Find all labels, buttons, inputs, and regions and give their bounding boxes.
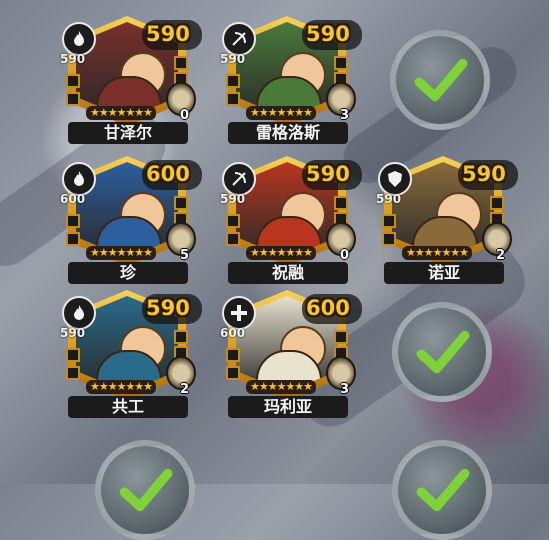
star-rating: ★★★★★★★ xyxy=(246,380,317,394)
hero-level-small: 590 xyxy=(376,192,402,206)
star-rating: ★★★★★★★ xyxy=(86,246,157,260)
hero-level-small: 590 xyxy=(60,52,86,66)
hero-count: 2 xyxy=(496,248,506,263)
equip-slot xyxy=(334,196,348,210)
checkmark-icon xyxy=(416,330,470,374)
checkmark-icon xyxy=(414,58,468,102)
fire-icon xyxy=(62,296,96,330)
hero-count: 0 xyxy=(180,108,190,123)
hero-level-small: 590 xyxy=(220,52,246,66)
hero-count: 3 xyxy=(340,382,350,397)
fire-icon xyxy=(62,22,96,56)
select-check-button[interactable] xyxy=(392,302,492,402)
equip-slot xyxy=(174,56,188,70)
equip-slot xyxy=(66,214,80,228)
hero-level-small: 590 xyxy=(220,192,246,206)
hero-count: 5 xyxy=(180,248,190,263)
equip-slot xyxy=(334,56,348,70)
hero-power: 600 xyxy=(306,296,350,320)
checkmark-icon xyxy=(119,468,173,512)
equip-slot xyxy=(66,74,80,88)
hero-name: 雷格洛斯 xyxy=(228,122,348,144)
select-check-button[interactable] xyxy=(390,30,490,130)
star-rating: ★★★★★★★ xyxy=(246,106,317,120)
star-rating: ★★★★★★★ xyxy=(86,380,157,394)
hero-power: 590 xyxy=(462,162,506,186)
hero-name: 共工 xyxy=(68,396,188,418)
equip-slot xyxy=(66,232,80,246)
hero-name: 玛利亚 xyxy=(228,396,348,418)
hero-count: 2 xyxy=(180,382,190,397)
hero-level-small: 600 xyxy=(60,192,86,206)
checkmark-icon xyxy=(416,468,470,512)
star-rating: ★★★★★★★ xyxy=(246,246,317,260)
hero-name: 甘泽尔 xyxy=(68,122,188,144)
hero-power: 600 xyxy=(146,162,190,186)
equip-slot xyxy=(226,366,240,380)
hero-card[interactable]: 590 590 ★★★★★★★ 0 甘泽尔 xyxy=(60,10,202,144)
hero-card[interactable]: 600 600 ★★★★★★★ 3 玛利亚 xyxy=(220,284,362,418)
equip-slot xyxy=(174,330,188,344)
star-rating: ★★★★★★★ xyxy=(402,246,473,260)
hero-card[interactable]: 590 590 ★★★★★★★ 3 雷格洛斯 xyxy=(220,10,362,144)
equip-slot xyxy=(226,92,240,106)
bow-icon xyxy=(222,22,256,56)
equip-slot xyxy=(226,214,240,228)
equip-slot xyxy=(226,74,240,88)
hero-card[interactable]: 590 590 ★★★★★★★ 2 共工 xyxy=(60,284,202,418)
hero-card[interactable]: 590 590 ★★★★★★★ 2 诺亚 xyxy=(376,150,518,284)
equip-slot xyxy=(490,196,504,210)
star-rating: ★★★★★★★ xyxy=(86,106,157,120)
hero-power: 590 xyxy=(146,296,190,320)
equip-slot xyxy=(226,232,240,246)
equip-slot xyxy=(226,348,240,362)
hero-name: 诺亚 xyxy=(384,262,504,284)
hero-name: 珍 xyxy=(68,262,188,284)
equip-slot xyxy=(66,348,80,362)
hero-name: 祝融 xyxy=(228,262,348,284)
hero-card[interactable]: 590 590 ★★★★★★★ 0 祝融 xyxy=(220,150,362,284)
equip-slot xyxy=(66,92,80,106)
cross-icon xyxy=(222,296,256,330)
shield-icon xyxy=(378,162,412,196)
hero-count: 3 xyxy=(340,108,350,123)
equip-slot xyxy=(174,196,188,210)
hero-count: 0 xyxy=(340,248,350,263)
hero-power: 590 xyxy=(146,22,190,46)
hero-card[interactable]: 600 600 ★★★★★★★ 5 珍 xyxy=(60,150,202,284)
equip-slot xyxy=(66,366,80,380)
select-check-button[interactable] xyxy=(95,440,195,540)
equip-slot xyxy=(382,214,396,228)
hero-power: 590 xyxy=(306,162,350,186)
equip-slot xyxy=(382,232,396,246)
bow-icon xyxy=(222,162,256,196)
equip-slot xyxy=(334,330,348,344)
fire-icon xyxy=(62,162,96,196)
select-check-button[interactable] xyxy=(392,440,492,540)
hero-power: 590 xyxy=(306,22,350,46)
hero-level-small: 590 xyxy=(60,326,86,340)
hero-level-small: 600 xyxy=(220,326,246,340)
